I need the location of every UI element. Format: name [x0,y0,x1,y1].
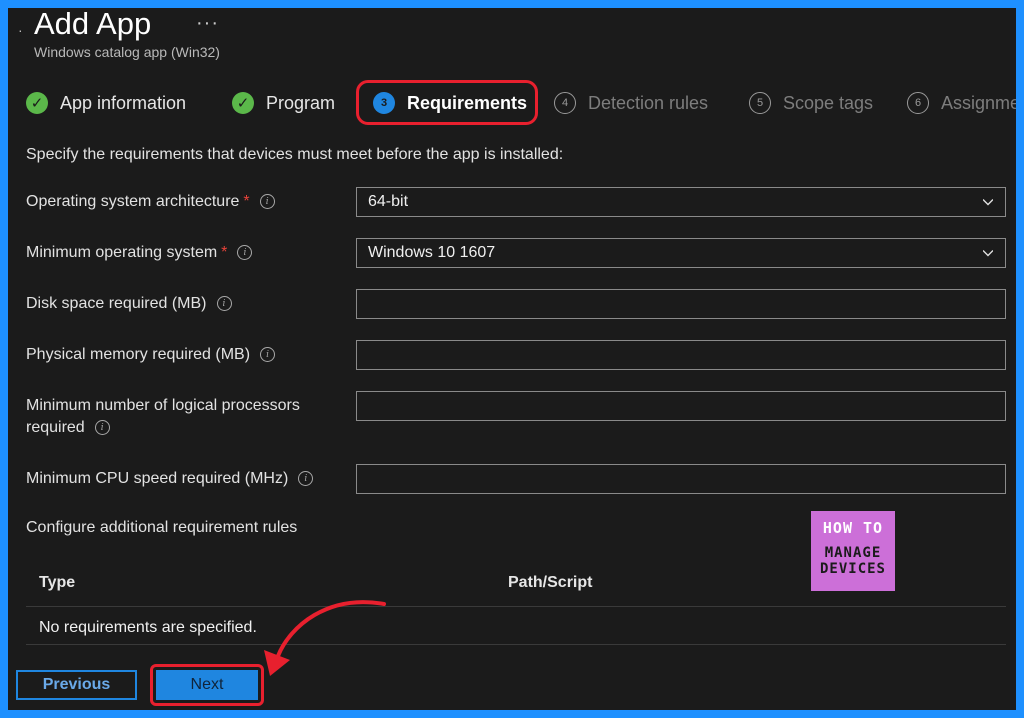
physical-memory-label: Physical memory required (MB) i [26,344,276,366]
step-scope-tags[interactable]: 5 Scope tags [749,89,873,117]
label-text: Minimum CPU speed required (MHz) [26,470,289,487]
label-text: Operating system architecture [26,193,240,210]
step-assignments[interactable]: 6 Assignme [907,89,1016,117]
step-program[interactable]: ✓ Program [232,89,335,117]
rules-table-divider [26,644,1006,645]
info-icon[interactable]: i [259,194,275,210]
step-label: Assignme [941,92,1016,113]
column-path-script: Path/Script [508,574,593,591]
info-icon[interactable]: i [237,245,253,261]
info-icon[interactable]: i [94,420,110,436]
requirements-intro: Specify the requirements that devices mu… [26,146,564,163]
cpu-speed-field[interactable] [356,464,1006,494]
min-os-value: Windows 10 1607 [368,244,496,261]
check-icon: ✓ [232,92,254,114]
rules-empty-message: No requirements are specified. [39,619,257,636]
disk-space-input[interactable] [357,290,1005,318]
chevron-down-icon [983,199,993,206]
step-label: Scope tags [783,92,874,113]
physical-memory-field[interactable] [356,340,1006,370]
disk-space-label: Disk space required (MB) i [26,293,232,315]
label-text: Disk space required (MB) [26,295,207,312]
os-architecture-value: 64-bit [368,193,409,210]
label-text-line1: Minimum number of logical processors [26,397,300,414]
logo-line3: DEVICES [819,561,886,577]
info-icon[interactable]: i [260,347,276,363]
step-label: App information [60,92,187,113]
required-marker: * [243,193,250,210]
add-app-panel: · Add App ··· Windows catalog app (Win32… [8,8,1016,710]
cpu-speed-input[interactable] [357,465,1005,493]
step-detection-rules[interactable]: 4 Detection rules [554,89,708,117]
info-icon[interactable]: i [216,296,232,312]
logo-line2: MANAGE [824,545,882,561]
step-number-icon: 4 [554,92,576,114]
os-architecture-select[interactable]: 64-bit [356,187,1006,217]
next-highlight-box [150,664,264,706]
requirements-highlight-box [356,80,538,125]
logical-processors-input[interactable] [357,392,1005,420]
label-text: Minimum operating system [26,244,218,261]
chevron-down-icon [983,250,993,257]
logical-processors-label: Minimum number of logical processors req… [26,395,300,439]
how-to-manage-devices-logo: HOW TO MANAGE DEVICES [811,511,895,591]
step-label: Detection rules [588,92,709,113]
min-os-select[interactable]: Windows 10 1607 [356,238,1006,268]
additional-rules-label: Configure additional requirement rules [26,519,298,536]
check-icon: ✓ [26,92,48,114]
more-options-button[interactable]: ··· [196,12,219,35]
step-number-icon: 6 [907,92,929,114]
logo-line1: HOW TO [822,519,884,537]
disk-space-field[interactable] [356,289,1006,319]
logical-processors-field[interactable] [356,391,1006,421]
title-dot: · [18,22,23,38]
cpu-speed-label: Minimum CPU speed required (MHz) i [26,468,314,490]
previous-button[interactable]: Previous [16,670,137,700]
label-text: Physical memory required (MB) [26,346,251,363]
info-icon[interactable]: i [298,471,314,487]
column-type: Type [39,574,76,591]
page-title: Add App [34,8,152,41]
step-label: Program [266,92,336,113]
wizard-steps: ✓ App information ✓ Program 3 Requiremen… [8,78,1016,128]
min-os-label: Minimum operating system * i [26,242,253,264]
physical-memory-input[interactable] [357,341,1005,369]
os-architecture-label: Operating system architecture * i [26,191,275,213]
page-subtitle: Windows catalog app (Win32) [34,44,220,60]
label-text-line2: required [26,419,85,436]
required-marker: * [221,244,228,261]
step-number-icon: 5 [749,92,771,114]
step-app-information[interactable]: ✓ App information [26,89,186,117]
